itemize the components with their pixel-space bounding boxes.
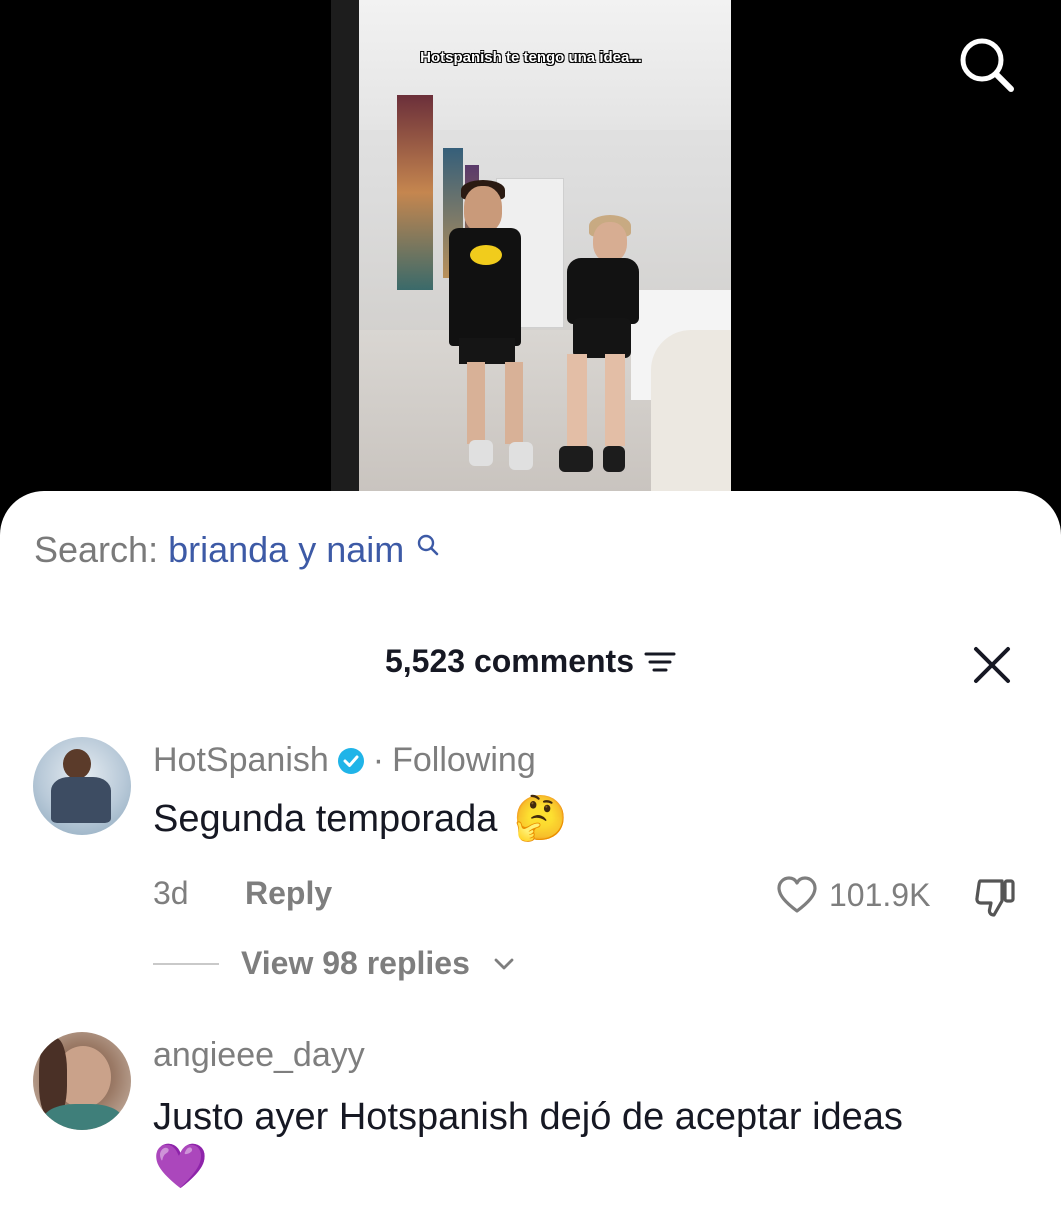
comment-body: Segunda temporada 🤔 [153,797,568,841]
comments-panel: Search: brianda y naim 5,523 comments Ho… [0,491,1061,1211]
video-person-man [505,362,523,444]
video-person-man [509,442,533,470]
verified-badge-icon [337,747,364,774]
video-person-woman [593,222,627,262]
thinking-face-emoji: 🤔 [513,794,569,843]
video-person-woman [603,446,625,472]
replies-divider [153,962,219,965]
avatar-face [63,749,91,779]
sort-filter-icon[interactable] [644,649,676,675]
view-replies-button[interactable]: View 98 replies [153,945,516,982]
comment-username[interactable]: HotSpanish [153,741,329,780]
comment-username[interactable]: angieee_dayy [153,1036,365,1075]
avatar[interactable] [33,737,131,835]
like-button[interactable]: 101.9K [775,873,930,917]
video-person-woman [567,258,639,324]
close-icon[interactable] [970,643,1014,687]
purple-heart-emoji: 💜 [153,1142,208,1191]
comment-timestamp: 3d [153,875,189,911]
like-count: 101.9K [829,876,931,913]
view-replies-label: View 98 replies [241,945,470,981]
search-icon [418,534,439,556]
separator-dot: · [372,741,385,779]
dislike-icon[interactable] [972,875,1018,921]
comments-count: 5,523 comments [384,643,634,679]
video-person-woman [573,318,631,358]
video-person-woman [567,354,587,446]
search-icon[interactable] [955,33,1017,95]
comment-meta: 3d Reply [153,875,332,912]
comments-header: 5,523 comments [0,643,1061,680]
comment-header: HotSpanish · Following [153,741,536,780]
video-person-man [467,362,485,444]
avatar[interactable] [33,1032,131,1130]
reply-button[interactable]: Reply [245,875,332,912]
video-area[interactable]: Hotspanish te tengo una idea... [0,0,1061,510]
video-person-man [464,186,502,232]
video-scene-painting [397,95,433,290]
comment-text: Segunda temporada [153,797,498,840]
video-scene-wall [331,0,359,492]
video-person-man [469,440,493,466]
avatar-body [51,777,111,823]
comment-body: Justo ayer Hotspanish dejó de aceptar id… [153,1091,1033,1195]
video-person-man [459,338,515,364]
related-search[interactable]: Search: brianda y naim [34,529,440,571]
following-label: Following [392,741,536,779]
video-player[interactable]: Hotspanish te tengo una idea... [331,0,731,492]
avatar-body [43,1104,123,1130]
chevron-down-icon [494,958,514,969]
video-scene-sofa [651,330,731,492]
video-person-man-logo [470,245,502,265]
video-person-woman [605,354,625,446]
heart-icon [777,876,817,913]
search-query-link[interactable]: brianda y naim [168,529,404,570]
comment-text: Justo ayer Hotspanish dejó de aceptar id… [153,1096,903,1138]
video-caption: Hotspanish te tengo una idea... [420,49,642,66]
video-person-woman [559,446,593,472]
search-prefix: Search: [34,529,159,570]
